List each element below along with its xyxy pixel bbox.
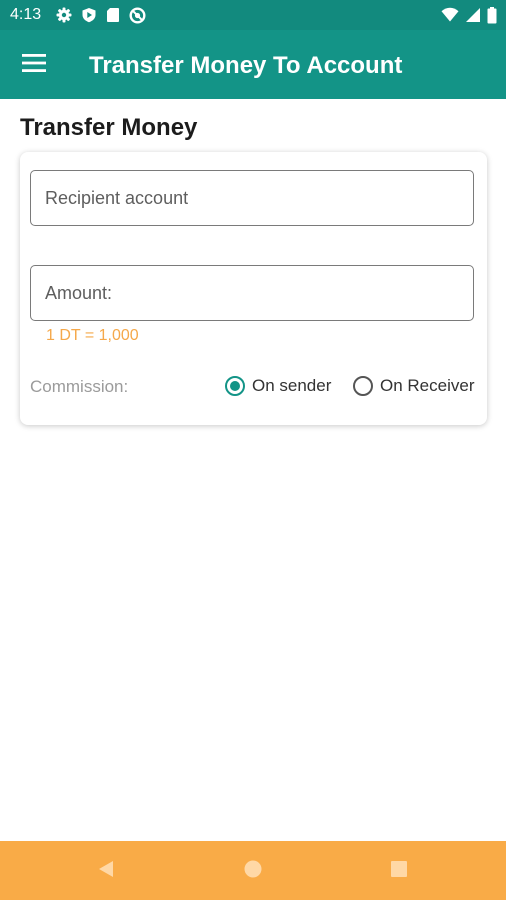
menu-button[interactable]	[14, 45, 54, 85]
status-right-icons	[441, 6, 497, 24]
home-button[interactable]	[237, 855, 269, 887]
transfer-form-card: 1 DT = 1,000 Commission: On sender On Re…	[20, 152, 487, 425]
recipient-account-input[interactable]	[31, 171, 473, 225]
radio-unchecked-icon[interactable]	[353, 376, 373, 396]
cell-signal-icon	[465, 7, 481, 23]
exchange-rate-hint: 1 DT = 1,000	[46, 327, 139, 344]
amount-field[interactable]	[30, 265, 474, 321]
hamburger-menu-icon[interactable]	[22, 53, 46, 78]
settings-icon	[56, 7, 72, 23]
radio-on-receiver[interactable]: On Receiver	[353, 373, 474, 399]
status-left-icons	[56, 6, 146, 24]
sd-card-icon	[106, 7, 120, 23]
back-button[interactable]	[90, 855, 122, 887]
app-bar-title: Transfer Money To Account	[89, 52, 403, 79]
amount-input[interactable]	[31, 266, 473, 320]
battery-icon	[487, 6, 497, 24]
radio-checked-icon[interactable]	[225, 376, 245, 396]
back-icon[interactable]	[96, 859, 116, 884]
home-icon[interactable]	[243, 859, 263, 884]
app-bar: Transfer Money To Account	[0, 30, 506, 99]
status-time: 4:13	[10, 6, 42, 23]
radio-on-sender-label[interactable]: On sender	[252, 376, 331, 396]
status-bar: 4:13	[0, 0, 506, 30]
radio-on-sender[interactable]: On sender	[225, 373, 331, 399]
recents-button[interactable]	[383, 855, 415, 887]
page-title: Transfer Money	[20, 114, 198, 141]
shield-play-icon	[81, 7, 97, 23]
recents-icon[interactable]	[389, 859, 409, 884]
radio-on-receiver-label[interactable]: On Receiver	[380, 376, 474, 396]
data-saver-icon	[129, 6, 146, 24]
navigation-bar	[0, 841, 506, 900]
wifi-icon	[441, 7, 459, 23]
commission-label: Commission:	[30, 377, 129, 396]
recipient-account-field[interactable]	[30, 170, 474, 226]
